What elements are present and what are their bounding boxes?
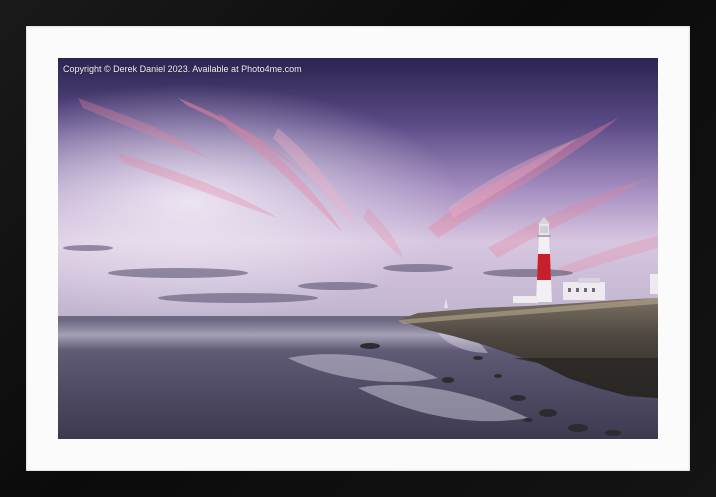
copyright-watermark: Copyright © Derek Daniel 2023. Available… <box>63 64 302 74</box>
picture-frame: Copyright © Derek Daniel 2023. Available… <box>0 0 716 497</box>
seascape-image <box>58 58 658 439</box>
framed-photo: Copyright © Derek Daniel 2023. Available… <box>58 58 658 439</box>
